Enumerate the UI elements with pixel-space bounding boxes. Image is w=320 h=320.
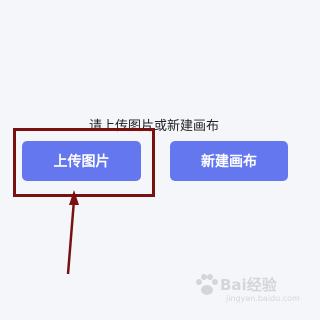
prompt-text: 请上传图片或新建画布 [88, 119, 219, 134]
arrow-head [69, 190, 79, 205]
upload-image-button[interactable]: 上传图片 [22, 141, 141, 181]
watermark-text: Bai经验 [220, 276, 277, 294]
new-canvas-button[interactable]: 新建画布 [170, 141, 288, 181]
watermark-logo: Bai经验 jingyan.baidu.com [190, 266, 302, 306]
paw-icon [196, 274, 218, 295]
page: 请上传图片或新建画布 上传图片 新建画布 Bai经验 jingyan.baidu… [0, 0, 308, 320]
arrow-line [66, 199, 76, 275]
watermark-subtext: jingyan.baidu.com [226, 294, 300, 303]
